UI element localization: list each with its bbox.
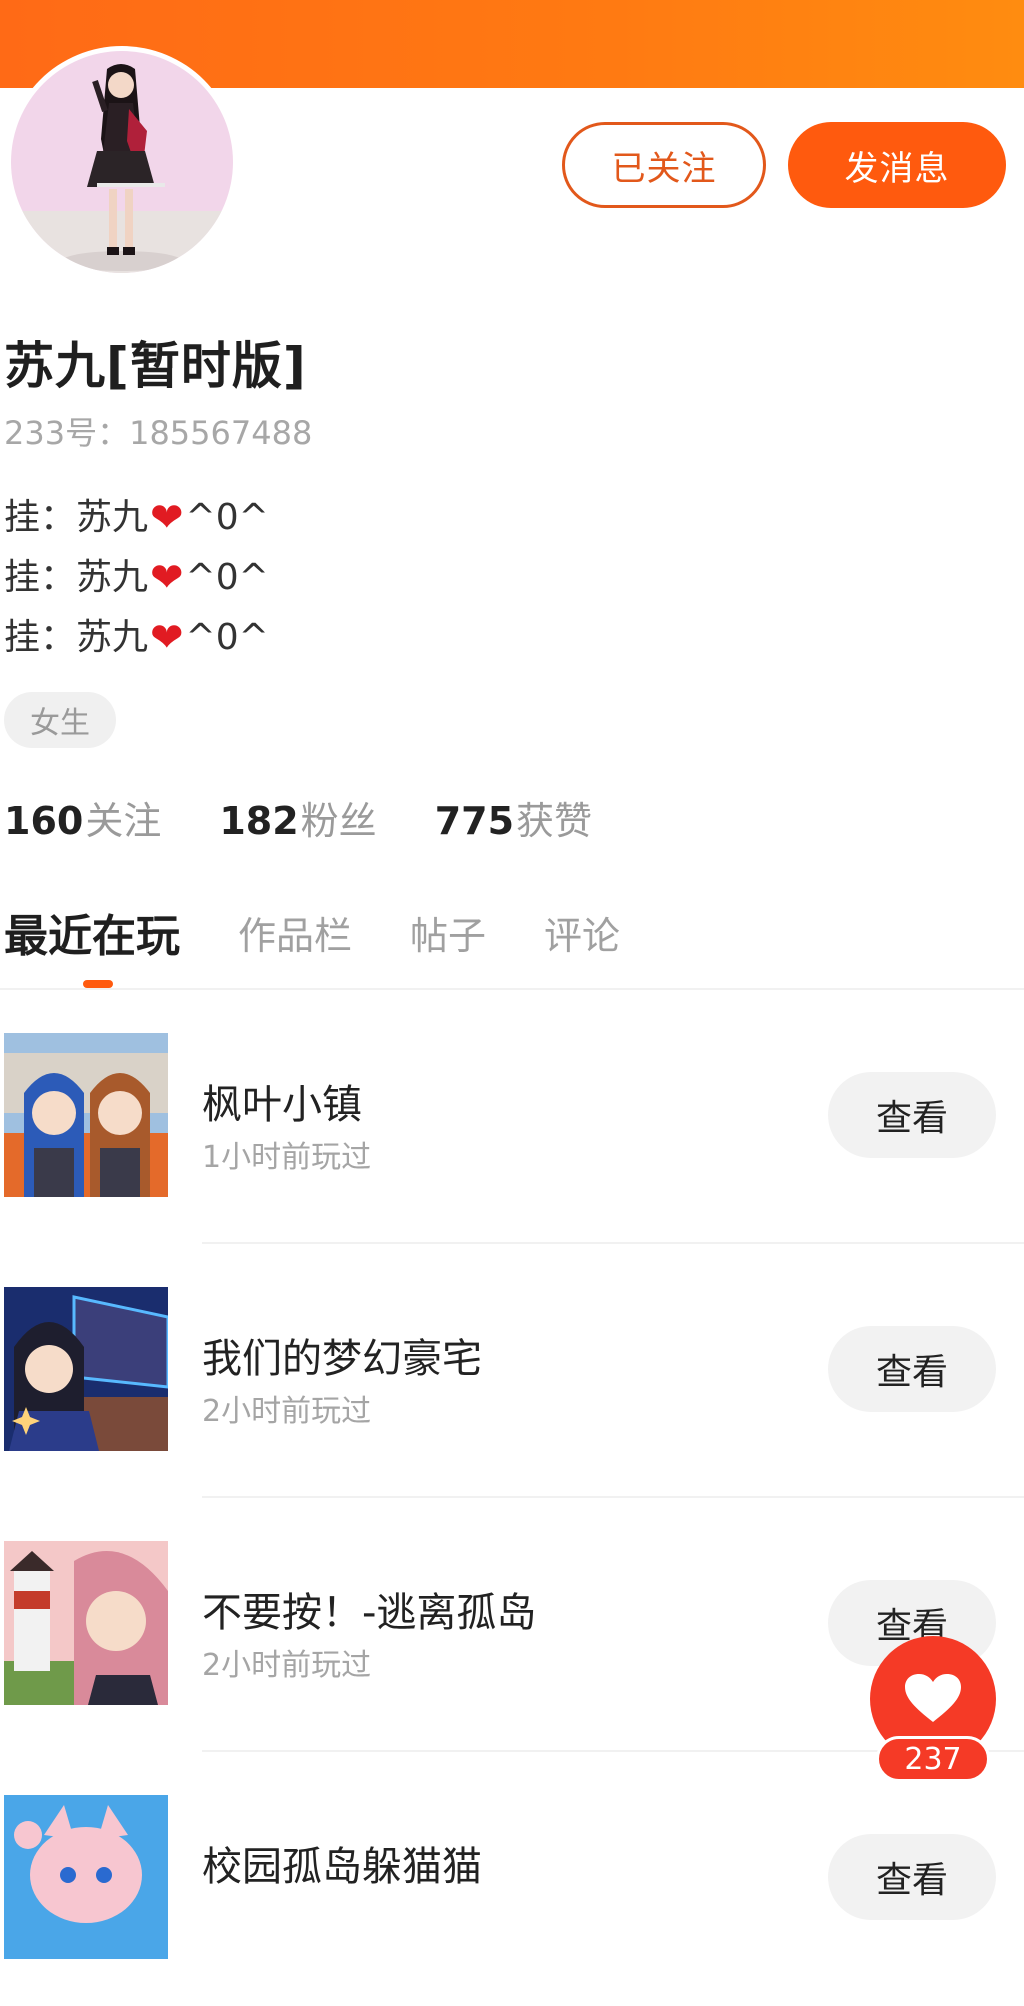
tab-comments[interactable]: 评论 bbox=[544, 905, 620, 960]
stat-followers[interactable]: 182 粉丝 bbox=[219, 790, 376, 845]
gender-tag: 女生 bbox=[4, 692, 116, 748]
tab-works[interactable]: 作品栏 bbox=[238, 905, 352, 960]
profile-uid: 233号：185567488 bbox=[4, 414, 313, 452]
bio-line: 挂：苏九 ❤ ^0^ bbox=[4, 608, 269, 668]
game-thumbnail[interactable] bbox=[4, 1033, 168, 1197]
send-message-button[interactable]: 发消息 bbox=[788, 122, 1006, 208]
followed-button[interactable]: 已关注 bbox=[562, 122, 766, 208]
profile-stats: 160 关注 182 粉丝 775 获赞 bbox=[4, 790, 592, 845]
stat-number: 182 bbox=[219, 799, 299, 843]
active-tab-indicator bbox=[83, 980, 113, 988]
bio-text-suffix: ^0^ bbox=[185, 497, 269, 538]
stat-label: 关注 bbox=[85, 799, 162, 843]
tab-recently-played[interactable]: 最近在玩 bbox=[4, 900, 180, 964]
like-count-badge: 237 bbox=[876, 1736, 990, 1782]
bio-text: 挂：苏九 bbox=[4, 557, 149, 598]
stat-number: 160 bbox=[4, 799, 84, 843]
profile-bio: 挂：苏九 ❤ ^0^ 挂：苏九 ❤ ^0^ 挂：苏九 ❤ ^0^ bbox=[4, 488, 269, 668]
stat-following[interactable]: 160 关注 bbox=[4, 790, 161, 845]
heart-icon bbox=[905, 1674, 961, 1722]
bio-text: 挂：苏九 bbox=[4, 617, 149, 658]
bio-line: 挂：苏九 ❤ ^0^ bbox=[4, 548, 269, 608]
stat-label: 获赞 bbox=[516, 799, 593, 843]
recent-games-list: 枫叶小镇 1小时前玩过 查看 我们的梦幻豪宅 2小时前玩过 查看 不要按！-逃离… bbox=[0, 990, 1024, 2006]
game-title: 不要按！-逃离孤岛 bbox=[202, 1590, 537, 1636]
red-heart-icon: ❤ bbox=[150, 555, 184, 601]
view-button[interactable]: 查看 bbox=[828, 1072, 996, 1158]
bio-line: 挂：苏九 ❤ ^0^ bbox=[4, 488, 269, 548]
bio-text-suffix: ^0^ bbox=[185, 617, 269, 658]
red-heart-icon: ❤ bbox=[150, 495, 184, 541]
list-item[interactable]: 枫叶小镇 1小时前玩过 查看 bbox=[0, 990, 1024, 1244]
game-title: 我们的梦幻豪宅 bbox=[202, 1336, 482, 1382]
list-item[interactable]: 我们的梦幻豪宅 2小时前玩过 查看 bbox=[0, 1244, 1024, 1498]
red-heart-icon: ❤ bbox=[150, 615, 184, 661]
stat-likes: 775 获赞 bbox=[435, 790, 592, 845]
game-title: 校园孤岛躲猫猫 bbox=[202, 1844, 482, 1890]
game-title: 枫叶小镇 bbox=[202, 1082, 362, 1128]
game-thumbnail[interactable] bbox=[4, 1287, 168, 1451]
game-thumbnail[interactable] bbox=[4, 1795, 168, 1959]
avatar-image bbox=[11, 51, 233, 273]
profile-tabs: 最近在玩 作品栏 帖子 评论 bbox=[4, 900, 678, 964]
view-button[interactable]: 查看 bbox=[828, 1834, 996, 1920]
bio-text: 挂：苏九 bbox=[4, 497, 149, 538]
stat-number: 775 bbox=[434, 799, 515, 843]
like-floating-button[interactable]: 237 bbox=[870, 1636, 996, 1782]
view-button[interactable]: 查看 bbox=[828, 1326, 996, 1412]
game-last-played: 1小时前玩过 bbox=[202, 1140, 372, 1175]
bio-text-suffix: ^0^ bbox=[185, 557, 269, 598]
game-last-played: 2小时前玩过 bbox=[202, 1648, 372, 1683]
tab-posts[interactable]: 帖子 bbox=[410, 905, 486, 960]
game-thumbnail[interactable] bbox=[4, 1541, 168, 1705]
stat-label: 粉丝 bbox=[300, 799, 377, 843]
list-item[interactable]: 校园孤岛躲猫猫 查看 bbox=[0, 1752, 1024, 2006]
game-last-played: 2小时前玩过 bbox=[202, 1394, 372, 1429]
avatar[interactable] bbox=[6, 46, 238, 278]
profile-name: 苏九[暂时版] bbox=[4, 337, 307, 395]
